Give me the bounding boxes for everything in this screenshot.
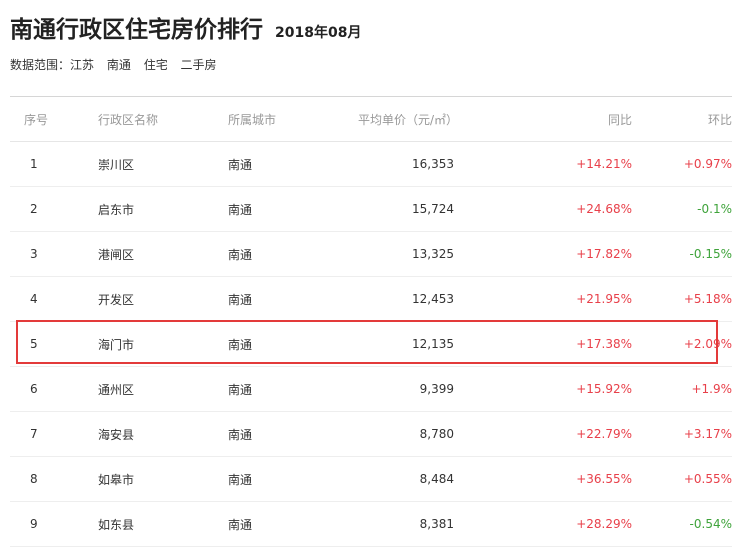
cell-city: 南通 bbox=[228, 186, 358, 232]
cell-year-over-year: +21.95% bbox=[454, 276, 632, 322]
cell-month-over-month: -0.54% bbox=[632, 501, 732, 547]
scope-province-link[interactable]: 江苏 bbox=[70, 58, 94, 72]
cell-month-over-month: +3.17% bbox=[632, 411, 732, 457]
scope-label: 数据范围： bbox=[10, 58, 71, 72]
page-header: 南通行政区住宅房价排行 2018年08月 bbox=[10, 8, 361, 48]
cell-district-name[interactable]: 通州区 bbox=[98, 366, 228, 412]
cell-year-over-year: +36.55% bbox=[454, 456, 632, 502]
cell-year-over-year: +28.29% bbox=[454, 501, 632, 547]
cell-year-over-year: +17.38% bbox=[454, 321, 632, 367]
cell-avg-price: 15,724 bbox=[358, 186, 454, 232]
cell-year-over-year: +22.79% bbox=[454, 411, 632, 457]
cell-rank: 6 bbox=[10, 366, 98, 412]
cell-city: 南通 bbox=[228, 231, 358, 277]
cell-month-over-month: +1.9% bbox=[632, 366, 732, 412]
cell-rank: 3 bbox=[10, 231, 98, 277]
column-header-year-over-year: 同比 bbox=[454, 96, 632, 142]
cell-rank: 9 bbox=[10, 501, 98, 547]
cell-city: 南通 bbox=[228, 141, 358, 187]
column-header-district-name: 行政区名称 bbox=[98, 96, 228, 142]
cell-rank: 7 bbox=[10, 411, 98, 457]
scope-property-type-link[interactable]: 住宅 bbox=[144, 58, 168, 72]
table-row[interactable]: 9 如东县 南通 8,381 +28.29% -0.54% bbox=[10, 501, 732, 547]
cell-district-name[interactable]: 启东市 bbox=[98, 186, 228, 232]
table-row[interactable]: 8 如皋市 南通 8,484 +36.55% +0.55% bbox=[10, 456, 732, 502]
cell-year-over-year: +24.68% bbox=[454, 186, 632, 232]
table-header-row: 序号 行政区名称 所属城市 平均单价（元/㎡） 同比 环比 bbox=[10, 96, 732, 142]
district-price-ranking-table: 序号 行政区名称 所属城市 平均单价（元/㎡） 同比 环比 1 崇川区 南通 16,3… bbox=[10, 96, 732, 547]
cell-rank: 5 bbox=[10, 321, 98, 367]
table-row[interactable]: 1 崇川区 南通 16,353 +14.21% +0.97% bbox=[10, 141, 732, 187]
column-header-month-over-month: 环比 bbox=[632, 96, 732, 142]
cell-district-name[interactable]: 如皋市 bbox=[98, 456, 228, 502]
page-title: 南通行政区住宅房价排行 bbox=[10, 17, 263, 43]
column-header-avg-price: 平均单价（元/㎡） bbox=[358, 96, 458, 142]
cell-city: 南通 bbox=[228, 501, 358, 547]
column-header-city: 所属城市 bbox=[228, 96, 358, 142]
table-row[interactable]: 7 海安县 南通 8,780 +22.79% +3.17% bbox=[10, 411, 732, 457]
cell-avg-price: 9,399 bbox=[358, 366, 454, 412]
table-row[interactable]: 4 开发区 南通 12,453 +21.95% +5.18% bbox=[10, 276, 732, 322]
table-row[interactable]: 2 启东市 南通 15,724 +24.68% -0.1% bbox=[10, 186, 732, 232]
cell-district-name[interactable]: 崇川区 bbox=[98, 141, 228, 187]
table-body: 1 崇川区 南通 16,353 +14.21% +0.97% 2 启东市 南通 15,724 +24… bbox=[10, 141, 732, 547]
cell-district-name[interactable]: 海安县 bbox=[98, 411, 228, 457]
report-date: 2018年08月 bbox=[275, 25, 362, 41]
column-header-rank: 序号 bbox=[10, 96, 98, 142]
cell-district-name[interactable]: 港闸区 bbox=[98, 231, 228, 277]
scope-city-link[interactable]: 南通 bbox=[107, 58, 131, 72]
cell-avg-price: 12,135 bbox=[358, 321, 454, 367]
cell-avg-price: 12,453 bbox=[358, 276, 454, 322]
cell-month-over-month: +0.97% bbox=[632, 141, 732, 187]
cell-year-over-year: +14.21% bbox=[454, 141, 632, 187]
cell-city: 南通 bbox=[228, 411, 358, 457]
cell-month-over-month: -0.15% bbox=[632, 231, 732, 277]
data-scope: 数据范围：江苏 南通 住宅 二手房 bbox=[10, 56, 217, 73]
cell-month-over-month: -0.1% bbox=[632, 186, 732, 232]
cell-avg-price: 13,325 bbox=[358, 231, 454, 277]
cell-month-over-month: +5.18% bbox=[632, 276, 732, 322]
cell-city: 南通 bbox=[228, 321, 358, 367]
cell-district-name[interactable]: 海门市 bbox=[98, 321, 228, 367]
scope-market-type-link[interactable]: 二手房 bbox=[181, 58, 217, 72]
cell-year-over-year: +15.92% bbox=[454, 366, 632, 412]
cell-avg-price: 8,484 bbox=[358, 456, 454, 502]
table-row[interactable]: 6 通州区 南通 9,399 +15.92% +1.9% bbox=[10, 366, 732, 412]
cell-rank: 4 bbox=[10, 276, 98, 322]
cell-month-over-month: +0.55% bbox=[632, 456, 732, 502]
cell-avg-price: 8,780 bbox=[358, 411, 454, 457]
table-row[interactable]: 3 港闸区 南通 13,325 +17.82% -0.15% bbox=[10, 231, 732, 277]
cell-year-over-year: +17.82% bbox=[454, 231, 632, 277]
cell-district-name[interactable]: 开发区 bbox=[98, 276, 228, 322]
cell-month-over-month: +2.09% bbox=[632, 321, 732, 367]
cell-city: 南通 bbox=[228, 366, 358, 412]
cell-rank: 8 bbox=[10, 456, 98, 502]
cell-rank: 2 bbox=[10, 186, 98, 232]
cell-city: 南通 bbox=[228, 276, 358, 322]
table-row[interactable]: 5 海门市 南通 12,135 +17.38% +2.09% bbox=[10, 321, 732, 367]
cell-city: 南通 bbox=[228, 456, 358, 502]
cell-avg-price: 8,381 bbox=[358, 501, 454, 547]
cell-district-name[interactable]: 如东县 bbox=[98, 501, 228, 547]
cell-rank: 1 bbox=[10, 141, 98, 187]
cell-avg-price: 16,353 bbox=[358, 141, 454, 187]
